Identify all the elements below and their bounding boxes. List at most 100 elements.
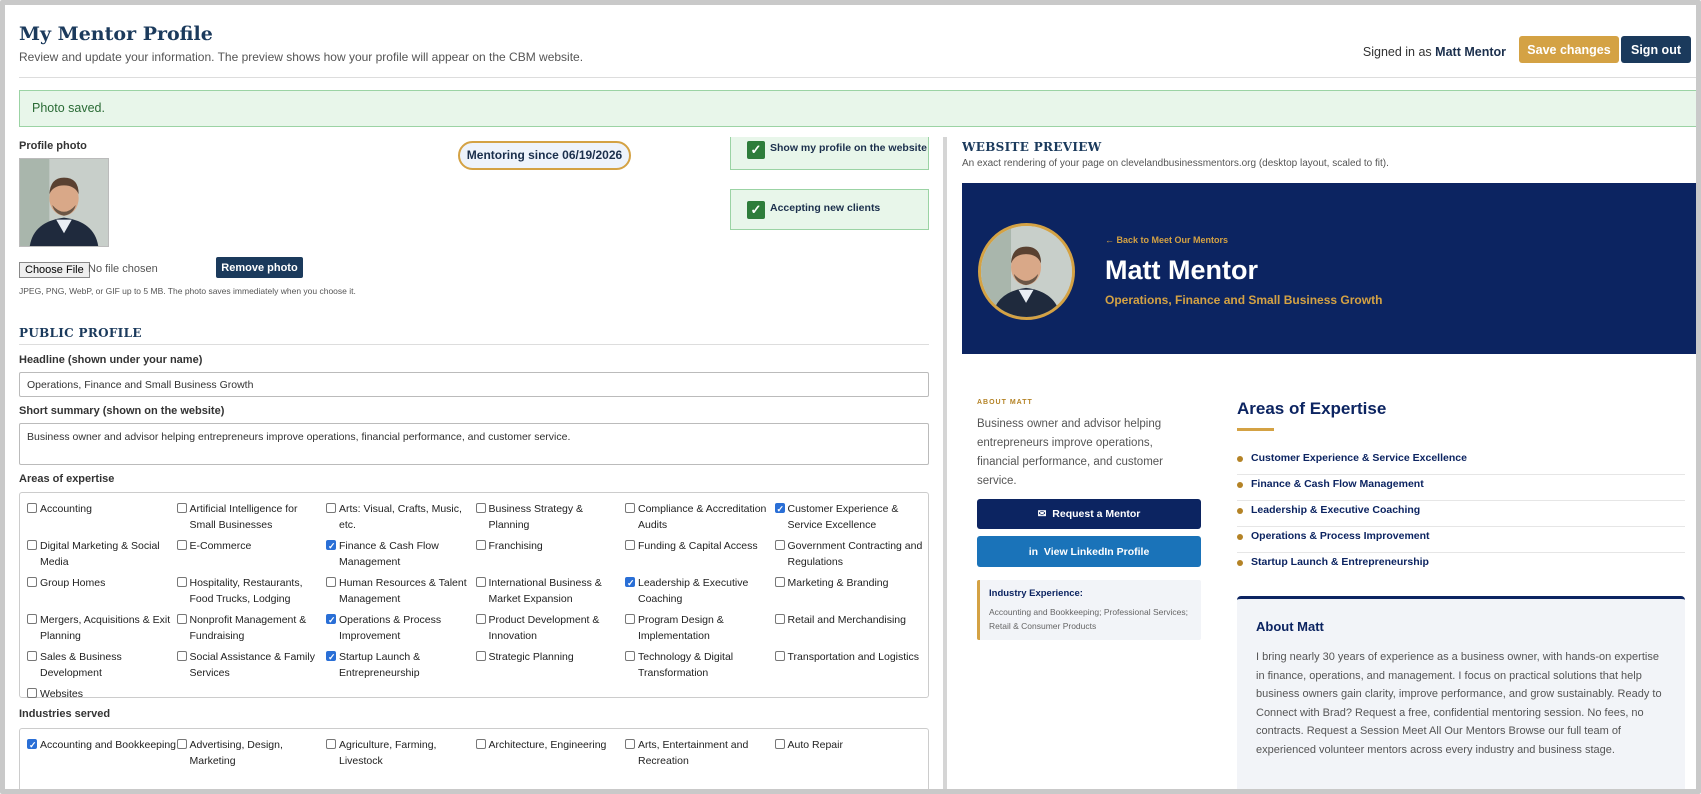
- expertise-checkbox-box[interactable]: [475, 614, 486, 624]
- expertise-checkbox-box[interactable]: [326, 538, 336, 554]
- expertise-checkbox-box[interactable]: [475, 651, 486, 661]
- show-profile-toggle[interactable]: ✓ Show my profile on the website: [730, 137, 929, 170]
- expertise-checkbox-box[interactable]: [176, 577, 187, 587]
- expertise-checkbox-box[interactable]: [27, 688, 37, 698]
- expertise-checkbox[interactable]: Compliance & Accreditation Audits: [625, 501, 775, 538]
- save-changes-button[interactable]: Save changes: [1519, 36, 1619, 63]
- expertise-checkbox-box[interactable]: [326, 649, 336, 665]
- expertise-checkbox-box[interactable]: [326, 577, 336, 587]
- check-icon[interactable]: ✓: [747, 141, 765, 159]
- expertise-checkbox[interactable]: Social Assistance & Family Services: [176, 649, 327, 686]
- expertise-checkbox-label: Program Design & Implementation: [638, 614, 724, 642]
- expertise-checkbox[interactable]: Customer Experience & Service Excellence: [774, 501, 925, 538]
- industry-checkbox[interactable]: Auto Repair: [774, 737, 925, 774]
- expertise-checkbox[interactable]: Group Homes: [27, 575, 177, 612]
- expertise-checkbox-box[interactable]: [774, 540, 785, 550]
- expertise-checkbox[interactable]: Leadership & Executive Coaching: [625, 575, 775, 612]
- expertise-checkbox[interactable]: Arts: Visual, Crafts, Music, etc.: [326, 501, 476, 538]
- expertise-checkbox[interactable]: Product Development & Innovation: [475, 612, 626, 649]
- photo-help-text: JPEG, PNG, WebP, or GIF up to 5 MB. The …: [19, 286, 356, 296]
- choose-file-button[interactable]: Choose File: [19, 262, 90, 278]
- expertise-checkbox[interactable]: Government Contracting and Regulations: [774, 538, 925, 575]
- expertise-checkbox-box[interactable]: [625, 614, 635, 624]
- headline-input[interactable]: Operations, Finance and Small Business G…: [19, 372, 929, 397]
- industry-checkbox-box[interactable]: [625, 739, 635, 749]
- expertise-checkbox[interactable]: Startup Launch & Entrepreneurship: [326, 649, 476, 686]
- expertise-checkbox-box[interactable]: [176, 540, 187, 550]
- expertise-checkbox[interactable]: Finance & Cash Flow Management: [326, 538, 476, 575]
- expertise-checkbox[interactable]: Business Strategy & Planning: [475, 501, 626, 538]
- expertise-checkbox-box[interactable]: [475, 577, 486, 587]
- industry-checkbox[interactable]: Architecture, Engineering: [475, 737, 626, 774]
- expertise-checkbox-box[interactable]: [27, 614, 37, 624]
- expertise-checkbox-box[interactable]: [326, 503, 336, 513]
- expertise-checkbox[interactable]: Program Design & Implementation: [625, 612, 775, 649]
- industry-checkbox[interactable]: Accounting and Bookkeeping: [27, 737, 177, 774]
- industry-checkbox[interactable]: Agriculture, Farming, Livestock: [326, 737, 476, 774]
- sign-out-button[interactable]: Sign out: [1621, 36, 1691, 63]
- back-to-mentors-link[interactable]: ← Back to Meet Our Mentors: [1105, 235, 1228, 245]
- linkedin-button[interactable]: in View LinkedIn Profile: [977, 536, 1201, 567]
- expertise-checkbox[interactable]: Hospitality, Restaurants, Food Trucks, L…: [176, 575, 327, 612]
- expertise-checkbox-box[interactable]: [27, 651, 37, 661]
- preview-hero: ← Back to Meet Our Mentors Matt Mentor O…: [962, 183, 1696, 354]
- expertise-checkbox-box[interactable]: [625, 651, 635, 661]
- expertise-checkbox[interactable]: Operations & Process Improvement: [326, 612, 476, 649]
- expertise-checkbox[interactable]: Marketing & Branding: [774, 575, 925, 612]
- industry-checkbox-box[interactable]: [774, 739, 785, 749]
- page-title: My Mentor Profile: [19, 23, 213, 45]
- column-splitter[interactable]: [943, 137, 947, 789]
- expertise-checkbox-box[interactable]: [475, 540, 486, 550]
- expertise-checkbox-box[interactable]: [326, 612, 336, 628]
- industry-checkbox-label: Agriculture, Farming, Livestock: [339, 739, 437, 767]
- expertise-checkbox-box[interactable]: [625, 503, 635, 513]
- profile-photo: [19, 158, 109, 247]
- expertise-checkbox-box[interactable]: [27, 540, 37, 550]
- expertise-checkbox-box[interactable]: [625, 540, 635, 550]
- expertise-checkbox-box[interactable]: [774, 501, 785, 517]
- expertise-checkbox-label: Technology & Digital Transformation: [638, 651, 734, 679]
- expertise-checkbox[interactable]: Strategic Planning: [475, 649, 626, 686]
- expertise-checkbox-box[interactable]: [27, 503, 37, 513]
- expertise-checkbox-box[interactable]: [774, 577, 785, 587]
- industry-experience-box: Industry Experience: Accounting and Book…: [977, 580, 1201, 640]
- request-mentor-button[interactable]: ✉ Request a Mentor: [977, 499, 1201, 529]
- expertise-checkbox-box[interactable]: [27, 577, 37, 587]
- industries-checkbox-group: Accounting and Bookkeeping Advertising, D…: [19, 728, 929, 789]
- industry-checkbox-box[interactable]: [475, 739, 486, 749]
- expertise-checkbox[interactable]: International Business & Market Expansio…: [475, 575, 626, 612]
- expertise-checkbox[interactable]: Nonprofit Management & Fundraising: [176, 612, 327, 649]
- industry-checkbox-label: Accounting and Bookkeeping: [40, 739, 177, 751]
- industry-checkbox-box[interactable]: [176, 739, 187, 749]
- expertise-checkbox-box[interactable]: [176, 614, 187, 624]
- expertise-checkbox-box[interactable]: [475, 503, 486, 513]
- expertise-checkbox[interactable]: Human Resources & Talent Management: [326, 575, 476, 612]
- expertise-checkbox-box[interactable]: [625, 575, 635, 591]
- industry-checkbox-box[interactable]: [326, 739, 336, 749]
- expertise-checkbox[interactable]: Artificial Intelligence for Small Busine…: [176, 501, 327, 538]
- check-icon[interactable]: ✓: [747, 201, 765, 219]
- expertise-checkbox[interactable]: Accounting: [27, 501, 177, 538]
- expertise-checkbox[interactable]: Franchising: [475, 538, 626, 575]
- remove-photo-button[interactable]: Remove photo: [216, 257, 303, 278]
- industry-checkbox-box[interactable]: [27, 737, 37, 753]
- industry-checkbox[interactable]: Advertising, Design, Marketing: [176, 737, 327, 774]
- expertise-checkbox-box[interactable]: [176, 651, 187, 661]
- expertise-checkbox-box[interactable]: [176, 503, 187, 513]
- expertise-checkbox-box[interactable]: [774, 614, 785, 624]
- accepting-clients-toggle[interactable]: ✓ Accepting new clients: [730, 189, 929, 230]
- expertise-checkbox-label: Sales & Business Development: [40, 651, 122, 679]
- expertise-list-item: Finance & Cash Flow Management: [1237, 475, 1685, 501]
- industry-checkbox[interactable]: Arts, Entertainment and Recreation: [625, 737, 775, 774]
- expertise-checkbox[interactable]: E-Commerce: [176, 538, 327, 575]
- summary-textarea[interactable]: Business owner and advisor helping entre…: [19, 423, 929, 465]
- expertise-checkbox[interactable]: Transportation and Logistics: [774, 649, 925, 686]
- expertise-checkbox[interactable]: Sales & Business Development: [27, 649, 177, 686]
- expertise-checkbox-box[interactable]: [774, 651, 785, 661]
- expertise-checkbox[interactable]: Digital Marketing & Social Media: [27, 538, 177, 575]
- expertise-checkbox[interactable]: Technology & Digital Transformation: [625, 649, 775, 686]
- expertise-checkbox[interactable]: Funding & Capital Access: [625, 538, 775, 575]
- expertise-checkbox[interactable]: Retail and Merchandising: [774, 612, 925, 649]
- person-photo-icon: [20, 159, 108, 246]
- expertise-checkbox[interactable]: Mergers, Acquisitions & Exit Planning: [27, 612, 177, 649]
